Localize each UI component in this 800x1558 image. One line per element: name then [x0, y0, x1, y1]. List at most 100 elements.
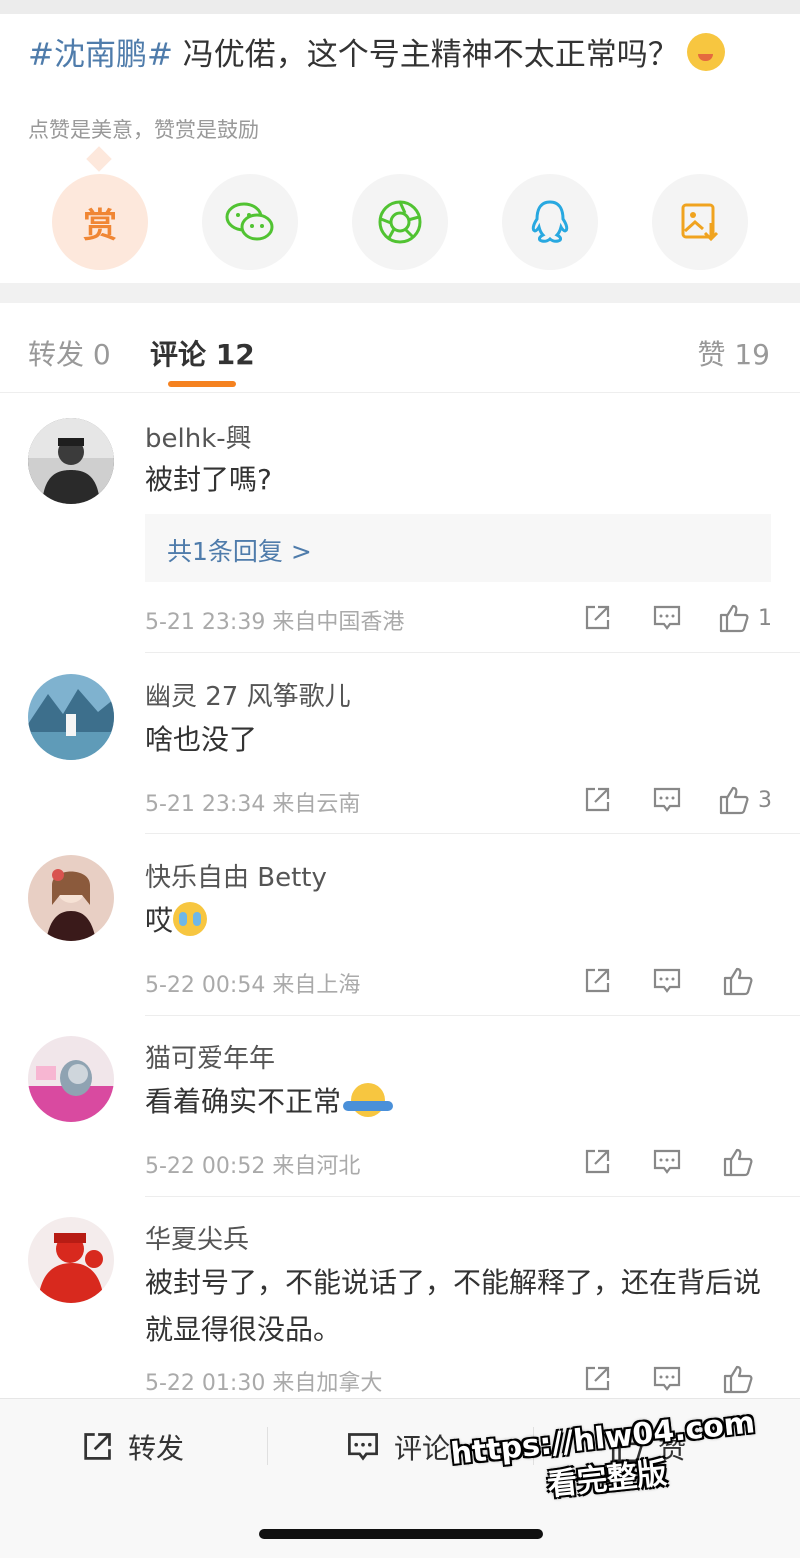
comment-text: 啥也没了: [145, 723, 258, 756]
bar-separator: [267, 1427, 268, 1465]
reward-button[interactable]: 赏: [52, 174, 148, 270]
repost-label: 转发: [128, 1432, 185, 1465]
moments-share-button[interactable]: [352, 174, 448, 270]
comment-location: 来自上海: [272, 973, 361, 998]
share-icon: [585, 787, 610, 812]
save-image-button[interactable]: [652, 174, 748, 270]
comment-author[interactable]: 猫可爱年年: [145, 1038, 275, 1075]
comment-meta: 5-22 01:30 来自加拿大: [145, 1365, 382, 1397]
like-comment-button[interactable]: [702, 1361, 772, 1397]
comment-divider: [145, 833, 800, 834]
comment-button[interactable]: 评论: [346, 1427, 450, 1467]
comment-icon: [653, 968, 681, 993]
comment-actions: [562, 963, 772, 999]
reward-hint: 点赞是美意，赞赏是鼓励: [28, 118, 259, 142]
moments-icon: [378, 200, 422, 244]
comment-text: 看着确实不正常: [145, 1078, 775, 1125]
like-count: 1: [758, 605, 772, 631]
share-icon: [585, 1149, 610, 1174]
comment-icon: [653, 605, 681, 630]
avatar[interactable]: [28, 855, 114, 941]
comment-item: 快乐自由 Betty 哎 5-22 00:54 来自上海: [0, 835, 800, 1016]
comment-actions: [562, 1144, 772, 1180]
comment-time: 5-22 00:52: [145, 1154, 266, 1179]
comment-time: 5-21 23:34: [145, 792, 266, 817]
reward-label: 赏: [83, 205, 117, 246]
comment-location: 来自河北: [272, 1154, 361, 1179]
bottom-action-bar: 转发 评论 赞 https://hlw04.com 看完整版: [0, 1398, 800, 1558]
comment-location: 来自加拿大: [272, 1371, 383, 1396]
like-comment-button[interactable]: 3: [702, 782, 772, 818]
repost-comment-button[interactable]: [562, 600, 632, 636]
section-gap: [0, 283, 800, 303]
repost-comment-button[interactable]: [562, 1361, 632, 1397]
watermark-overlay: https://hlw04.com 看完整版: [437, 1404, 773, 1515]
comment-location: 来自中国香港: [272, 610, 405, 635]
comment-item: belhk-興 被封了嗎? 共1条回复 > 5-21 23:39 来自中国香港 …: [0, 394, 800, 654]
comment-author[interactable]: 幽灵 27 风筝歌儿: [145, 676, 351, 713]
tab-likes[interactable]: 赞 19: [697, 333, 770, 373]
thumbs-up-icon: [723, 1148, 753, 1177]
share-icon: [585, 968, 610, 993]
comment-actions: 3: [562, 782, 772, 818]
comment-item: 猫可爱年年 看着确实不正常 5-22 00:52 来自河北: [0, 1016, 800, 1197]
shrug-emoji-icon: [343, 1083, 394, 1117]
comment-icon: [653, 1149, 681, 1174]
reply-comment-button[interactable]: [632, 782, 702, 818]
avatar[interactable]: [28, 1217, 114, 1303]
home-indicator[interactable]: [259, 1529, 543, 1539]
reply-comment-button[interactable]: [632, 1361, 702, 1397]
comment-text: 被封号了，不能说话了，不能解释了，还在背后说就显得很没品。: [145, 1266, 762, 1346]
post-title: #沈南鹏# 冯优偌，这个号主精神不太正常吗？: [28, 32, 725, 78]
wechat-share-button[interactable]: [202, 174, 298, 270]
comment-author[interactable]: 快乐自由 Betty: [145, 857, 327, 894]
comment-divider: [145, 652, 800, 653]
hashtag-link[interactable]: #沈南鹏#: [28, 37, 173, 73]
comment-icon: [653, 1366, 681, 1391]
comment-actions: 1: [562, 600, 772, 636]
wechat-icon: [225, 202, 274, 241]
comment-meta: 5-21 23:34 来自云南: [145, 786, 360, 818]
like-comment-button[interactable]: [702, 963, 772, 999]
share-icon: [84, 1433, 111, 1460]
comment-meta: 5-22 00:54 来自上海: [145, 967, 360, 999]
comment-actions: [562, 1361, 772, 1397]
repost-button[interactable]: 转发: [80, 1427, 184, 1467]
reply-summary[interactable]: 共1条回复 >: [145, 514, 771, 582]
like-comment-button[interactable]: [702, 1144, 772, 1180]
thumbs-up-icon: [719, 786, 749, 815]
reply-link[interactable]: 共1条回复 >: [167, 532, 312, 568]
like-count: 3: [758, 787, 772, 813]
repost-comment-button[interactable]: [562, 782, 632, 818]
comment-time: 5-22 01:30: [145, 1371, 266, 1396]
comment-text-content: 哎: [145, 904, 174, 937]
reply-comment-button[interactable]: [632, 600, 702, 636]
comment-author[interactable]: 华夏尖兵: [145, 1219, 249, 1256]
avatar-image: [28, 1036, 114, 1122]
thumbs-up-icon: [723, 967, 753, 996]
avatar-image: [28, 418, 114, 504]
comment-author[interactable]: belhk-興: [145, 418, 252, 455]
avatar-image: [28, 1217, 114, 1303]
tab-repost[interactable]: 转发 0: [28, 333, 111, 373]
comment-item: 华夏尖兵 被封号了，不能说话了，不能解释了，还在背后说就显得很没品。 5-22 …: [0, 1197, 800, 1398]
tab-comments[interactable]: 评论 12: [150, 333, 255, 373]
savoring-emoji-icon: [686, 33, 725, 71]
avatar[interactable]: [28, 1036, 114, 1122]
comment-tabs: 转发 0 评论 12 赞 19: [0, 303, 800, 393]
reply-comment-button[interactable]: [632, 963, 702, 999]
qq-share-button[interactable]: [502, 174, 598, 270]
like-comment-button[interactable]: 1: [702, 600, 772, 636]
repost-comment-button[interactable]: [562, 1144, 632, 1180]
comment-item: 幽灵 27 风筝歌儿 啥也没了 5-21 23:34 来自云南 3: [0, 654, 800, 834]
comment-icon: [653, 787, 681, 812]
avatar[interactable]: [28, 418, 114, 504]
share-icon: [585, 1366, 610, 1391]
crying-laughing-emoji-icon: [173, 902, 208, 936]
reply-comment-button[interactable]: [632, 1144, 702, 1180]
repost-comment-button[interactable]: [562, 963, 632, 999]
avatar[interactable]: [28, 674, 114, 760]
comment-meta: 5-22 00:52 来自河北: [145, 1148, 360, 1180]
comment-meta: 5-21 23:39 来自中国香港: [145, 604, 404, 636]
active-tab-indicator: [168, 381, 236, 387]
